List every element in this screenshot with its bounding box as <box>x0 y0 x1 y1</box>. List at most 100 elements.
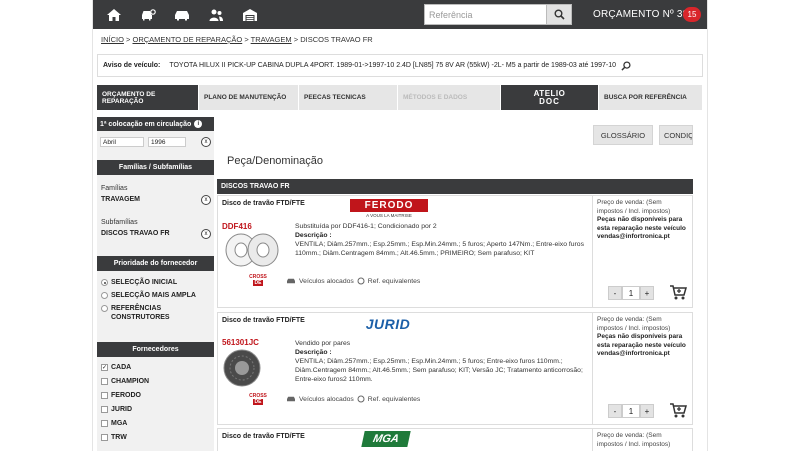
breadcrumb-current: DISCOS TRAVAO FR <box>300 35 373 44</box>
link-icon <box>357 395 365 403</box>
supplier-champion-label: CHAMPION <box>111 378 150 385</box>
add-to-cart-icon[interactable] <box>669 284 687 300</box>
clear-date-icon[interactable]: x <box>201 137 211 147</box>
purchase-conditions-button[interactable]: CONDIÇÕES DE COMPRA <box>659 125 693 145</box>
breadcrumb-home[interactable]: INÍCIO <box>101 35 124 44</box>
supplier-jurid-checkbox[interactable] <box>101 406 108 413</box>
supplier-ferodo-checkbox[interactable] <box>101 392 108 399</box>
product-reference[interactable]: 561301JC <box>222 338 259 347</box>
supplier-trw-label: TRW <box>111 434 127 441</box>
supplier-mga-label: MGA <box>111 420 128 427</box>
product-info: Disco de travão FTD/FTE JURID 561301JC C… <box>218 313 594 424</box>
brake-disc-image[interactable] <box>222 232 282 268</box>
quantity-input[interactable]: 1 <box>622 286 640 300</box>
car-icon[interactable] <box>165 0 199 29</box>
priority-initial-radio[interactable] <box>101 279 108 286</box>
quantity-minus-button[interactable]: - <box>608 286 622 300</box>
supplier-priority-header: Prioridade do fornecedor <box>97 256 214 271</box>
subfamilies-value: DISCOS TRAVAO FR <box>101 230 170 237</box>
garage-icon[interactable] <box>233 0 267 29</box>
users-icon[interactable] <box>199 0 233 29</box>
priority-oem-label-2: CONSTRUTORES <box>111 314 170 321</box>
vehicle-notice: Aviso de veículo: TOYOTA HILUX II PICK-U… <box>97 54 703 77</box>
clear-family-icon[interactable]: x <box>201 195 211 205</box>
tab-repair-budget[interactable]: ORÇAMENTO DE REPARAÇÃO <box>97 85 199 110</box>
page-title: Peça/Denominação <box>227 155 324 167</box>
quantity-plus-button[interactable]: + <box>640 404 654 418</box>
search-button[interactable] <box>546 4 572 25</box>
info-icon[interactable]: i <box>194 120 203 128</box>
product-card: Disco de travão FTD/FTE MGA Preço de ven… <box>217 428 693 451</box>
cross-de-icon[interactable]: CROSS DE <box>248 393 268 407</box>
supplier-mga-checkbox[interactable] <box>101 420 108 427</box>
priority-initial-label: SELECÇÃO INICIAL <box>111 279 178 286</box>
quantity-minus-button[interactable]: - <box>608 404 622 418</box>
supplier-ferodo-label: FERODO <box>111 392 141 399</box>
tab-technical-parts[interactable]: PEECAS TECNICAS <box>299 85 398 110</box>
product-links: Veículos alocados Ref. equivalentes <box>286 395 420 403</box>
quantity-plus-button[interactable]: + <box>640 286 654 300</box>
brake-disc-image[interactable] <box>222 348 262 388</box>
vehicle-label: Aviso de veículo: <box>103 62 161 69</box>
add-to-cart-icon[interactable] <box>669 402 687 418</box>
main-tabs: ORÇAMENTO DE REPARAÇÃO PLANO DE MANUTENÇ… <box>97 85 703 110</box>
mga-logo: MGA <box>361 431 411 447</box>
breadcrumb-repair-budget[interactable]: ORÇAMENTO DE REPARAÇÃO <box>132 35 242 44</box>
glossary-button[interactable]: GLOSSÁRIO <box>593 125 653 145</box>
product-info: Disco de travão FTD/FTE MGA <box>218 429 594 451</box>
product-card: Disco de travão FTD/FTE FERODO A VOUS LA… <box>217 195 693 308</box>
cross-de-icon[interactable]: CROSS DE <box>248 274 268 288</box>
supplier-champion-checkbox[interactable] <box>101 378 108 385</box>
quantity-stepper: - 1 + <box>608 404 654 418</box>
vehicles-allocated-link[interactable]: Veículos alocados <box>299 278 354 285</box>
search-icon <box>554 9 565 20</box>
home-icon[interactable] <box>97 0 131 29</box>
supplier-cada-checkbox[interactable]: ✓ <box>101 364 108 371</box>
month-select[interactable]: Abril <box>100 137 144 147</box>
priority-oem-radio[interactable] <box>101 305 108 312</box>
car-icon <box>287 396 295 402</box>
supplier-jurid-label: JURID <box>111 406 133 413</box>
tab-maintenance-plan[interactable]: PLANO DE MANUTENÇÃO <box>199 85 299 110</box>
vehicle-value: TOYOTA HILUX II PICK-UP CABINA DUPLA 4PO… <box>169 62 617 69</box>
equivalent-refs-link[interactable]: Ref. equivalentes <box>368 278 421 285</box>
jurid-logo: JURID <box>365 316 411 332</box>
priority-oem-label: REFERÊNCIAS <box>111 305 162 312</box>
priority-wider-label: SELECÇÃO MAIS AMPLA <box>111 292 196 299</box>
quantity-input[interactable]: 1 <box>622 404 640 418</box>
app-frame: Referência ORÇAMENTO Nº 38 15 INÍCIO > O… <box>92 0 708 451</box>
section-header: DISCOS TRAVAO FR <box>217 179 693 194</box>
product-reference[interactable]: DDF416 <box>222 222 252 231</box>
car-search-icon[interactable] <box>131 0 165 29</box>
budget-count-badge: 15 <box>683 7 701 22</box>
product-description: Substituída por DDF416-1; Condicionado p… <box>295 223 584 257</box>
quantity-stepper: - 1 + <box>608 286 654 300</box>
clear-subfamily-icon[interactable]: x <box>201 229 211 239</box>
tab-search-by-reference[interactable]: BUSCA POR REFERÊNCIA <box>599 85 703 110</box>
product-links: Veículos alocados Ref. equivalentes <box>286 277 420 285</box>
equivalent-refs-link[interactable]: Ref. equivalentes <box>368 396 421 403</box>
product-type: Disco de travão FTD/FTE <box>222 317 305 324</box>
search-icon[interactable] <box>621 60 631 71</box>
ferodo-logo: FERODO A VOUS LA MAITRISE <box>350 199 428 218</box>
supplier-trw-checkbox[interactable] <box>101 434 108 441</box>
supplier-cada-label: CADA <box>111 364 132 371</box>
car-icon <box>287 278 295 284</box>
product-card: Disco de travão FTD/FTE JURID 561301JC C… <box>217 312 693 425</box>
top-navigation-bar: Referência ORÇAMENTO Nº 38 15 <box>93 0 707 29</box>
families-header: Famílias / Subfamílias <box>97 160 214 175</box>
suppliers-header: Fornecedores <box>97 342 214 357</box>
subfamilies-label: Subfamílias <box>101 219 138 226</box>
tab-atelio-doc[interactable]: ATELIO DOC <box>501 85 599 110</box>
budget-label[interactable]: ORÇAMENTO Nº 38 <box>593 9 688 20</box>
tab-methods-data: MÉTODOS E DADOS <box>398 85 501 110</box>
priority-wider-radio[interactable] <box>101 292 108 299</box>
product-type: Disco de travão FTD/FTE <box>222 200 305 207</box>
families-value: TRAVAGEM <box>101 196 141 203</box>
vehicles-allocated-link[interactable]: Veículos alocados <box>299 396 354 403</box>
product-description: Vendido por pares Descrição : VENTILA; D… <box>295 340 583 383</box>
breadcrumb-braking[interactable]: TRAVAGEM <box>251 35 292 44</box>
year-input[interactable]: 1996 <box>148 137 186 147</box>
breadcrumb: INÍCIO > ORÇAMENTO DE REPARAÇÃO > TRAVAG… <box>101 35 373 44</box>
circulation-title: 1ª colocação em circulação i <box>97 117 214 131</box>
